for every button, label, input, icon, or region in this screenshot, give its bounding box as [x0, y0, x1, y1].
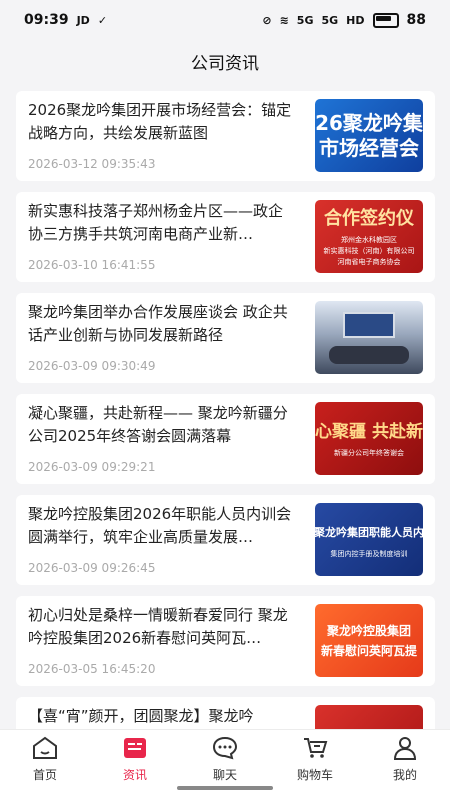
wifi-icon: ≋ — [279, 13, 289, 27]
meeting-photo-thumbnail[interactable] — [315, 301, 423, 374]
news-title: 初心归处是桑梓一情暖新春爱同行 聚龙吟控股集团2026新春慰问英阿瓦… — [28, 606, 288, 647]
nav-label: 资讯 — [122, 768, 147, 782]
projector-screen — [343, 311, 395, 338]
conference-table — [329, 345, 409, 364]
news-title: 2026聚龙吟集团开展市场经营会：锚定战略方向，共绘发展新蓝图 — [28, 101, 292, 142]
thumbnail-subtext: 新疆分公司年终答谢会 — [334, 448, 404, 457]
bottom-nav: 首页 资讯 聊天 购物车 我的 — [0, 729, 450, 801]
news-date: 2026-03-09 09:30:49 — [28, 359, 156, 373]
nav-label: 聊天 — [212, 768, 237, 782]
cart-icon — [302, 735, 328, 761]
status-left: 09:39 JD ✓ — [24, 12, 107, 28]
mute-icon: ⊘ — [262, 13, 272, 27]
news-date: 2026-03-09 09:26:45 — [28, 561, 156, 575]
nav-label: 我的 — [392, 768, 417, 782]
page-title: 公司资讯 — [191, 53, 259, 74]
news-thumbnail[interactable]: 26聚龙吟集 市场经营会 — [315, 99, 423, 172]
news-card[interactable]: 初心归处是桑梓一情暖新春爱同行 聚龙吟控股集团2026新春慰问英阿瓦… 2026… — [16, 596, 435, 686]
home-indicator[interactable] — [177, 786, 273, 790]
nav-home[interactable]: 首页 — [10, 735, 80, 785]
jd-app-icon: JD — [76, 13, 90, 27]
page-header: 公司资讯 — [0, 40, 450, 82]
news-card[interactable]: 2026聚龙吟集团开展市场经营会：锚定战略方向，共绘发展新蓝图 2026-03-… — [16, 91, 435, 181]
signal-icon-1: 5G — [296, 13, 314, 27]
news-thumbnail[interactable]: 合作签约仪 郑州金水科教园区 新实惠科技（河南）有限公司 河南省电子商务协会 — [315, 200, 423, 273]
profile-icon — [392, 735, 418, 761]
news-card[interactable]: 聚龙吟控股集团2026年职能人员内训会圆满举行，筑牢企业高质量发展… 2026-… — [16, 495, 435, 585]
status-right: ⊘ ≋ 5G 5G HD 88 — [262, 12, 426, 28]
news-title: 凝心聚疆，共赴新程—— 聚龙吟新疆分公司2025年终答谢会圆满落幕 — [28, 404, 288, 445]
thumbnail-subtext: 郑州金水科教园区 新实惠科技（河南）有限公司 河南省电子商务协会 — [323, 235, 415, 266]
thumbnail-text: 心聚疆 共赴新 — [315, 421, 423, 442]
thumbnail-text: 聚龙吟控股集团 新春慰问英阿瓦提 — [320, 623, 417, 658]
check-icon: ✓ — [97, 13, 108, 27]
news-date: 2026-03-12 09:35:43 — [28, 157, 156, 171]
thumbnail-text: 聚龙吟集团职能人员内 — [315, 525, 423, 539]
news-title: 【喜“宵”颜开，团圆聚龙】聚龙吟 — [28, 707, 254, 725]
news-title: 新实惠科技落子郑州杨金片区——政企协三方携手共筑河南电商产业新… — [28, 202, 284, 243]
chat-icon — [212, 735, 238, 761]
nav-label: 购物车 — [296, 768, 333, 782]
thumbnail-text: 合作签约仪 — [324, 207, 414, 229]
news-icon — [122, 735, 148, 761]
nav-news[interactable]: 资讯 — [100, 735, 170, 785]
news-card[interactable]: 聚龙吟集团举办合作发展座谈会 政企共话产业创新与协同发展新路径 2026-03-… — [16, 293, 435, 383]
news-title: 聚龙吟集团举办合作发展座谈会 政企共话产业创新与协同发展新路径 — [28, 303, 288, 344]
news-card[interactable]: 凝心聚疆，共赴新程—— 聚龙吟新疆分公司2025年终答谢会圆满落幕 2026-0… — [16, 394, 435, 484]
nav-label: 首页 — [32, 768, 57, 782]
nav-chat[interactable]: 聊天 — [190, 735, 260, 785]
battery-icon — [372, 12, 399, 28]
news-title: 聚龙吟控股集团2026年职能人员内训会圆满举行，筑牢企业高质量发展… — [28, 505, 292, 546]
news-thumbnail[interactable]: 心聚疆 共赴新 新疆分公司年终答谢会 — [315, 402, 423, 475]
news-thumbnail[interactable]: 聚龙吟控股集团 新春慰问英阿瓦提 — [315, 604, 423, 677]
status-bar: 09:39 JD ✓ ⊘ ≋ 5G 5G HD 88 — [0, 0, 450, 40]
nav-cart[interactable]: 购物车 — [280, 735, 350, 785]
thumbnail-subtext: 集团内控手册及制度培训 — [330, 549, 408, 558]
news-thumbnail[interactable]: 聚龙吟集团职能人员内 集团内控手册及制度培训 — [315, 503, 423, 576]
battery-level: 88 — [406, 12, 426, 28]
hd-icon: HD — [346, 13, 365, 27]
news-date: 2026-03-05 16:45:20 — [28, 662, 156, 676]
thumbnail-text: 26聚龙吟集 市场经营会 — [315, 110, 423, 160]
news-date: 2026-03-10 16:41:55 — [28, 258, 156, 272]
home-icon — [32, 735, 58, 761]
status-time: 09:39 — [24, 12, 69, 28]
signal-icon-2: 5G — [321, 13, 339, 27]
news-card[interactable]: 新实惠科技落子郑州杨金片区——政企协三方携手共筑河南电商产业新… 2026-03… — [16, 192, 435, 282]
news-date: 2026-03-09 09:29:21 — [28, 460, 156, 474]
nav-profile[interactable]: 我的 — [370, 735, 440, 785]
